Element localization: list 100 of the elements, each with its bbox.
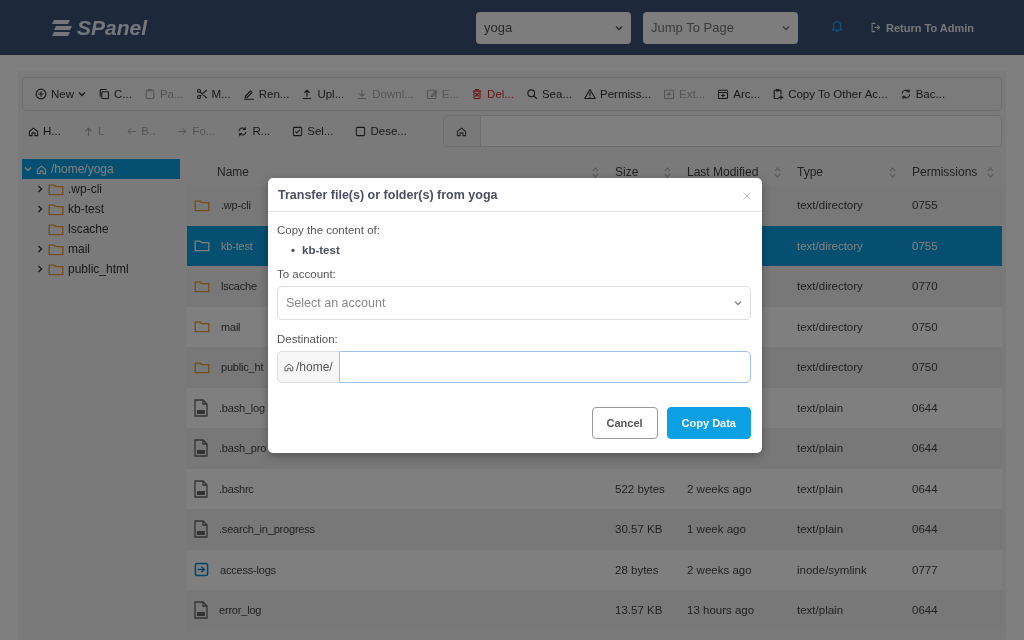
toolbar-button[interactable]: Arc... — [711, 81, 767, 107]
sort-icon[interactable] — [774, 166, 781, 178]
table-cell: .search_in_progress — [219, 523, 315, 536]
file-icon — [194, 398, 208, 417]
path-prefix: /home/ — [277, 351, 339, 383]
tree-item[interactable]: public_html — [22, 259, 180, 279]
column-header[interactable]: Name — [217, 165, 249, 179]
copy-button[interactable]: Copy Data — [666, 407, 751, 439]
folder-icon — [48, 242, 64, 256]
tree-item[interactable]: lscache — [22, 219, 180, 239]
field-label: Destination: — [277, 333, 339, 345]
table-cell: 0644 — [912, 401, 938, 414]
tree-item[interactable]: mail — [22, 239, 180, 259]
toolbar-button[interactable]: Sea... — [519, 81, 578, 107]
table-cell: lscache — [221, 280, 257, 293]
table-cell: text/plain — [797, 482, 844, 495]
archive-icon — [717, 88, 730, 100]
home-icon — [36, 163, 47, 175]
toolbar-button[interactable]: C... — [92, 81, 138, 107]
table-cell: 522 bytes — [615, 482, 665, 495]
return-link[interactable]: Return To Admin — [870, 21, 974, 34]
folder-icon — [194, 320, 210, 334]
cancel-button[interactable]: Cancel — [591, 407, 658, 439]
arrow-right-icon — [177, 125, 189, 137]
account-select[interactable]: Select an account — [277, 286, 751, 320]
file-icon — [194, 520, 208, 539]
table-cell: text/plain — [797, 442, 844, 455]
list-item: kb-test — [302, 243, 340, 258]
table-cell: access-logs — [220, 563, 276, 576]
field-label: To account: — [277, 268, 337, 280]
toolbar-button[interactable]: Upl... — [295, 81, 351, 107]
toolbar-button[interactable]: Bac... — [893, 81, 952, 107]
home-icon — [28, 125, 39, 137]
path-field[interactable] — [442, 115, 1002, 147]
folder-icon — [48, 222, 64, 236]
table-cell: 0750 — [912, 320, 938, 333]
table-cell: .wp-cli — [221, 199, 251, 212]
home-icon — [284, 362, 294, 372]
file-icon — [194, 601, 208, 620]
logout-icon — [870, 22, 881, 33]
arrow-up-icon — [82, 125, 94, 137]
plus-circle-icon — [35, 88, 47, 100]
column-header[interactable]: Permissions — [912, 165, 978, 179]
table-cell: 0644 — [912, 604, 938, 617]
sort-icon[interactable] — [592, 166, 599, 178]
tree-item[interactable]: /home/yoga — [22, 159, 180, 179]
caret-down-icon[interactable] — [782, 23, 790, 32]
table-cell: 0755 — [912, 239, 938, 252]
clipboard-icon — [772, 88, 785, 100]
toolbar-button[interactable]: New — [29, 81, 92, 107]
bullet: • — [291, 243, 296, 258]
table-cell: .bashrc — [219, 482, 254, 495]
pen-icon — [242, 88, 255, 100]
caret-down-icon[interactable] — [734, 299, 742, 307]
table-cell: 0644 — [912, 442, 938, 455]
destination-field[interactable] — [338, 351, 751, 383]
logo[interactable]: SPanel — [50, 15, 148, 40]
table-cell: text/directory — [797, 239, 863, 252]
toolbar-button[interactable]: Dese... — [349, 118, 413, 144]
page-select[interactable]: Jump To Page — [643, 11, 798, 44]
toolbar-button[interactable]: Permiss... — [578, 81, 658, 107]
table-cell: .bash_log — [219, 401, 265, 414]
table-cell: kb-test — [221, 239, 253, 252]
table-cell: 0755 — [912, 199, 938, 212]
table-row[interactable]: access-logs 28 bytes 2 weeks ago inode/symlink 0777 — [187, 549, 1002, 590]
sort-icon[interactable] — [889, 166, 896, 178]
sort-icon[interactable] — [664, 166, 671, 178]
table-cell: text/directory — [797, 199, 863, 212]
table-row[interactable]: .bashrc 522 bytes 2 weeks ago text/plain 0644 — [187, 468, 1002, 509]
sort-icon[interactable] — [987, 166, 994, 178]
toolbar-button[interactable]: R... — [231, 118, 277, 144]
table-cell: public_ht — [221, 361, 264, 374]
table-cell: text/plain — [797, 604, 844, 617]
toolbar-button[interactable]: Del... — [465, 81, 520, 107]
folder-icon — [194, 279, 210, 293]
checkbox-icon — [355, 125, 367, 137]
caret-right-icon[interactable] — [36, 205, 44, 213]
folder-icon — [194, 360, 210, 374]
caret-right-icon[interactable] — [36, 185, 44, 193]
caret-right-icon[interactable] — [36, 245, 44, 253]
folder-icon — [194, 198, 210, 212]
toolbar-button[interactable]: M... — [189, 81, 237, 107]
account-select[interactable]: yoga — [476, 11, 631, 44]
toolbar-button[interactable]: H... — [22, 118, 67, 144]
scissors-icon — [195, 88, 208, 100]
toolbar-button[interactable]: Sel... — [286, 118, 340, 144]
column-header[interactable]: Type — [797, 165, 823, 179]
column-header[interactable]: Last Modified — [687, 165, 759, 179]
warning-icon — [584, 88, 596, 100]
toolbar-button[interactable]: Copy To Other Ac... — [766, 81, 894, 107]
caret-right-icon[interactable] — [36, 265, 44, 273]
caret-down-icon[interactable] — [615, 23, 623, 32]
toolbar-button[interactable]: Ren... — [236, 81, 296, 107]
tree-item[interactable]: kb-test — [22, 199, 180, 219]
close-icon — [742, 190, 752, 201]
column-header[interactable]: Size — [615, 165, 639, 179]
caret-down-icon[interactable] — [78, 90, 86, 98]
table-cell: 0644 — [912, 482, 938, 495]
table-cell: 0770 — [912, 280, 938, 293]
tree-item[interactable]: .wp-cli — [22, 179, 180, 199]
